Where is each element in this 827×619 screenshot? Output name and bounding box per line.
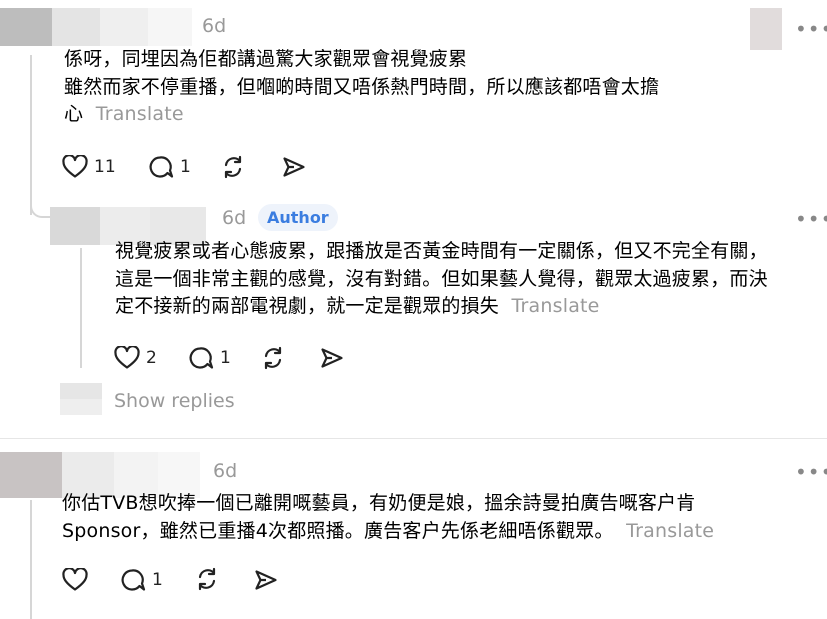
- reply-button[interactable]: 1: [120, 568, 163, 592]
- heart-icon: [62, 568, 88, 591]
- reply-button[interactable]: 1: [188, 346, 231, 370]
- more-icon[interactable]: •••: [795, 460, 827, 484]
- share-icon: [255, 570, 277, 590]
- reply-button[interactable]: 1: [148, 155, 191, 179]
- like-count: 11: [94, 157, 116, 177]
- show-replies-link[interactable]: Show replies: [114, 390, 235, 412]
- like-button[interactable]: 11: [62, 155, 116, 179]
- translate-link[interactable]: Translate: [96, 103, 184, 125]
- translate-link[interactable]: Translate: [512, 295, 600, 317]
- share-button[interactable]: [320, 346, 344, 370]
- comment-line: 心 Translate: [64, 103, 184, 125]
- heart-icon: [114, 346, 140, 369]
- share-button[interactable]: [282, 155, 306, 179]
- comment-line: 雖然￼而家￼不停重播￼，但嗰啲時間又唔係熱門時間，所以應該都唔會太擔: [64, 75, 660, 98]
- reply-count: 1: [180, 157, 191, 177]
- repost-button[interactable]: [260, 345, 286, 371]
- repost-button[interactable]: [194, 566, 220, 592]
- comment-icon: [121, 569, 146, 591]
- like-count: 2: [146, 348, 157, 368]
- reply-time: 6d: [222, 207, 247, 229]
- like-button[interactable]: [62, 568, 88, 592]
- thread-line: [30, 500, 32, 619]
- more-icon[interactable]: •••: [795, 207, 827, 231]
- like-button[interactable]: 2: [114, 346, 157, 370]
- comment-body: 係呀，同埋￼因為佢都講過驚￼￼大家觀眾￼會視覺￼￼疲累 雖然￼而家￼不停重播￼，…: [64, 46, 784, 129]
- comment-icon: [189, 347, 214, 369]
- avatar-stack-redacted: [60, 383, 102, 415]
- comment-time: 6d: [202, 15, 227, 37]
- translate-link[interactable]: Translate: [626, 520, 714, 542]
- comment-body: 你估TVB想吹捧一個已離開嘅藝員，有奶便是娘，搵余詩曼拍廣告嘅客户肯 Spons…: [62, 490, 802, 545]
- comment-icon: [149, 156, 174, 178]
- divider: [0, 438, 827, 439]
- reply-count: 1: [220, 348, 231, 368]
- comment-line: 定不接新的兩部電視劇，就一定是觀眾的損失 Translate: [115, 295, 600, 317]
- share-button[interactable]: [254, 568, 278, 592]
- share-icon: [283, 157, 305, 177]
- reply-count: 1: [152, 570, 163, 590]
- more-icon[interactable]: •••: [795, 17, 827, 41]
- repost-icon: [224, 155, 242, 179]
- author-badge: Author: [258, 204, 338, 231]
- comment-time: 6d: [213, 460, 238, 482]
- repost-icon: [198, 567, 216, 591]
- comment-line: Sponsor，雖然已重播4次都照播。廣告客户先係老細唔係觀眾。 Transla…: [62, 519, 715, 542]
- reply-body: 視覺疲累或者心態疲累，跟播放是否黃金時間有一定關係，但又不完全有關， 這是一個非…: [115, 238, 815, 321]
- repost-icon: [264, 346, 282, 370]
- comment-line: 係呀，同埋￼因為佢都講過驚￼￼大家觀眾￼會視覺￼￼疲累: [64, 48, 468, 70]
- comment-line: 視覺疲累或者心態疲累，跟播放是否黃金時間有一定關係，但又不完全有關，: [115, 240, 768, 262]
- comment-line: 這是一個非常主觀的感覺，沒有對錯。但如果藝人覺得，觀眾太過疲累，而決: [115, 267, 768, 290]
- username-redacted: [0, 8, 192, 46]
- thread-line: [30, 55, 32, 215]
- avatar-redacted: [750, 8, 782, 50]
- thread-line: [80, 248, 82, 368]
- share-icon: [321, 348, 343, 368]
- comment-line: 你估TVB想吹捧一個已離開嘅藝員，有奶便是娘，搵余詩曼拍廣告嘅客户肯: [62, 492, 696, 514]
- repost-button[interactable]: [220, 154, 246, 180]
- heart-icon: [62, 155, 88, 178]
